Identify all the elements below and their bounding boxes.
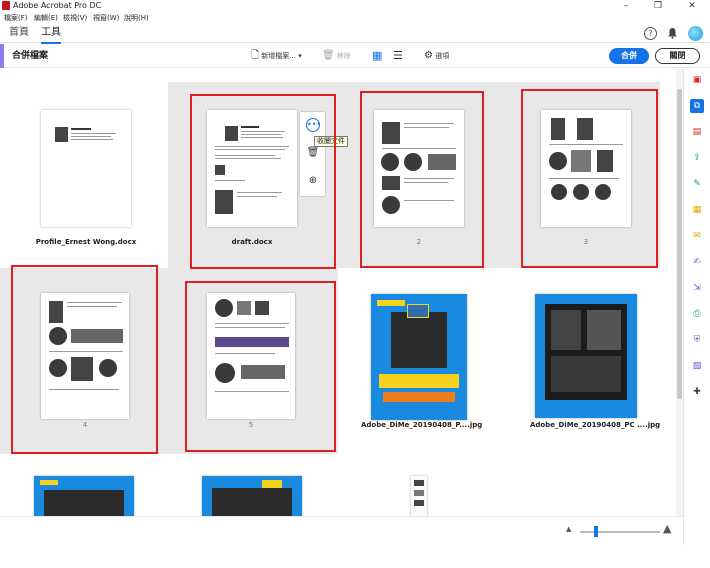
- merge-button[interactable]: 合併: [609, 48, 649, 64]
- thumbnail-jpg-3[interactable]: [34, 476, 134, 516]
- create-pdf-icon[interactable]: ▣: [690, 73, 704, 87]
- tab-home[interactable]: 首頁: [9, 24, 29, 42]
- protect-icon[interactable]: ⛨: [690, 333, 704, 347]
- minimize-button[interactable]: –: [614, 0, 638, 12]
- window-title: Adobe Acrobat Pro DC: [13, 1, 102, 10]
- tab-bar: 首頁 工具 ?: [0, 24, 710, 44]
- add-files-button[interactable]: 🗋 新增檔案... ▾: [251, 44, 302, 68]
- edit-pdf-icon[interactable]: ✎: [690, 177, 704, 191]
- menu-bar: 檔案(F) 編輯(E) 檢視(V) 視窗(W) 說明(H): [0, 12, 710, 24]
- thumbnail-label-jpg-1: Adobe_DiMe_20190408_P....jpg: [361, 421, 483, 429]
- status-bar: ▲ ▲: [0, 516, 683, 545]
- add-file-icon: 🗋: [251, 50, 260, 61]
- chevron-down-icon: ▾: [298, 52, 302, 60]
- zoom-out-icon[interactable]: ▲: [566, 525, 571, 533]
- trash-icon: 🗑: [322, 50, 335, 61]
- highlight-box-draft: [190, 94, 336, 269]
- photo-icon: [55, 127, 68, 142]
- menu-help[interactable]: 說明(H): [124, 12, 149, 24]
- tab-tools[interactable]: 工具: [41, 24, 61, 44]
- options-button[interactable]: ⚙ 選項: [424, 44, 449, 68]
- more-tools-icon[interactable]: ✚: [690, 385, 704, 399]
- sign-icon[interactable]: ✍: [690, 255, 704, 269]
- scroll-thumb[interactable]: [677, 89, 682, 399]
- close-tool-button[interactable]: 關閉: [655, 48, 700, 64]
- list-view-icon[interactable]: ☰: [393, 44, 403, 68]
- zoom-in-large-icon[interactable]: ▲: [663, 522, 671, 535]
- thumbnail-jpg-2[interactable]: [535, 294, 637, 418]
- thumbnail-jpg-4[interactable]: [202, 476, 302, 516]
- tool-title: 合併檔案: [12, 51, 49, 61]
- thumbnail-jpg-1[interactable]: [371, 294, 467, 420]
- highlight-box-page-3: [521, 89, 658, 268]
- title-bar: Adobe Acrobat Pro DC – ❐ ✕: [0, 0, 710, 12]
- avatar[interactable]: [688, 26, 703, 41]
- grid-view-icon[interactable]: ▦: [372, 44, 382, 68]
- redact-icon[interactable]: ▧: [690, 359, 704, 373]
- acrobat-logo-icon: [2, 1, 10, 10]
- fill-sign-icon[interactable]: ▦: [690, 203, 704, 217]
- menu-file[interactable]: 檔案(F): [4, 12, 28, 24]
- add-files-label: 新增檔案...: [261, 52, 296, 60]
- menu-window[interactable]: 視窗(W): [93, 12, 119, 24]
- thumbnail-profile-docx[interactable]: [41, 110, 131, 227]
- thumbnail-label-jpg-2: Adobe_DiMe_20190408_PC ....jpg: [530, 421, 661, 429]
- tool-accent-bar: [0, 44, 4, 68]
- send-for-signature-icon[interactable]: ⇲: [690, 281, 704, 295]
- highlight-box-page-4: [11, 265, 158, 454]
- zoom-slider-thumb[interactable]: [594, 526, 598, 537]
- highlight-box-page-2: [360, 91, 484, 268]
- export-pdf-icon[interactable]: ⇪: [690, 151, 704, 165]
- help-icon[interactable]: ?: [644, 27, 657, 40]
- zoom-slider-track[interactable]: [580, 531, 660, 533]
- restore-button[interactable]: ❐: [646, 0, 670, 12]
- thumbnail-label-profile: Profile_Ernest Wong.docx: [35, 238, 137, 246]
- remove-button[interactable]: 🗑 移除: [322, 44, 351, 68]
- bell-icon[interactable]: [666, 27, 679, 40]
- gear-icon: ⚙: [424, 50, 433, 61]
- menu-view[interactable]: 檢視(V): [63, 12, 87, 24]
- thumbnail-page-narrow[interactable]: [411, 476, 427, 516]
- print-production-icon[interactable]: ⎙: [690, 307, 704, 321]
- close-window-button[interactable]: ✕: [680, 0, 704, 12]
- vertical-scrollbar[interactable]: [676, 69, 683, 516]
- organize-pages-icon[interactable]: ▤: [690, 125, 704, 139]
- menu-edit[interactable]: 編輯(E): [34, 12, 58, 24]
- thumbnail-grid: Profile_Ernest Wong.docx draft.docx 2 3 …: [0, 69, 676, 516]
- combine-files-icon[interactable]: ⧉: [690, 99, 704, 113]
- right-tools-panel: ▣ ⧉ ▤ ⇪ ✎ ▦ ✉ ✍ ⇲ ⎙ ⛨ ▧ ✚: [683, 69, 710, 545]
- comment-icon[interactable]: ✉: [690, 229, 704, 243]
- highlight-box-page-5: [185, 281, 336, 452]
- merge-toolbar: 合併檔案 🗋 新增檔案... ▾ 🗑 移除 ▦ ☰ ⚙ 選項 合併 關閉: [0, 44, 710, 68]
- remove-label: 移除: [336, 52, 351, 60]
- options-label: 選項: [435, 52, 450, 60]
